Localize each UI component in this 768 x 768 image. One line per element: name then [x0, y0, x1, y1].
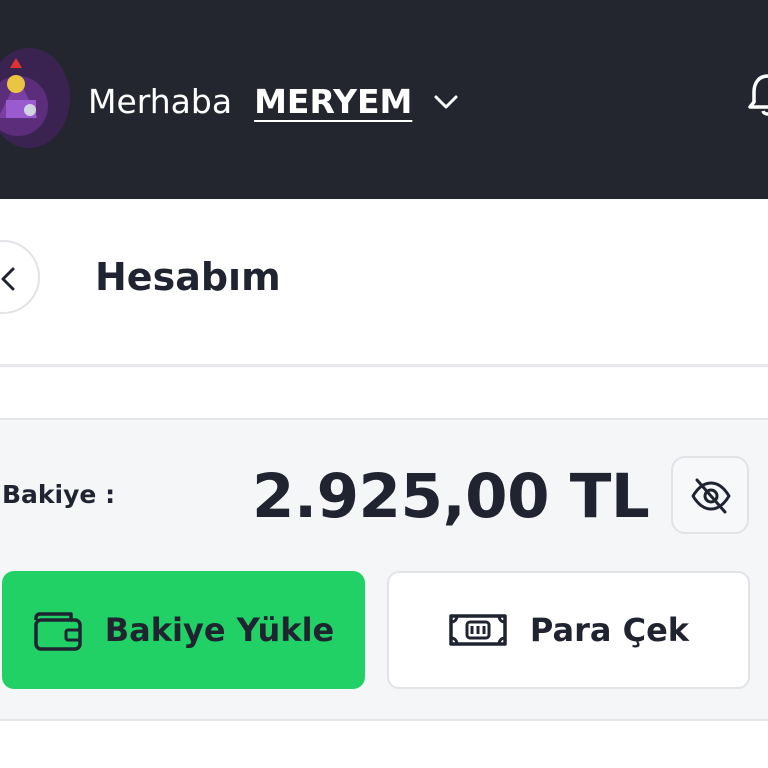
back-arrow-icon	[1, 267, 15, 291]
page-title: Hesabım	[95, 255, 281, 299]
avatar[interactable]	[0, 48, 70, 148]
load-balance-label: Bakiye Yükle	[104, 611, 335, 649]
back-button[interactable]	[0, 240, 40, 314]
chevron-down-icon[interactable]	[430, 86, 462, 118]
username-link[interactable]: MERYEM	[254, 82, 412, 121]
toggle-visibility-button[interactable]	[671, 456, 749, 534]
greeting[interactable]: Merhaba MERYEM	[88, 78, 412, 124]
top-header: Merhaba MERYEM	[0, 0, 768, 199]
banknote-icon	[449, 614, 507, 646]
greeting-text: Merhaba	[88, 81, 233, 121]
balance-amount: 2.925,00 TL	[252, 461, 650, 532]
balance-label: Bakiye :	[2, 480, 116, 509]
load-balance-button[interactable]: Bakiye Yükle	[2, 571, 365, 689]
eye-off-icon	[691, 478, 731, 514]
divider	[0, 364, 768, 367]
wallet-icon	[33, 612, 82, 651]
withdraw-button[interactable]: Para Çek	[387, 571, 750, 689]
bell-icon[interactable]	[748, 70, 768, 118]
withdraw-label: Para Çek	[529, 611, 690, 649]
